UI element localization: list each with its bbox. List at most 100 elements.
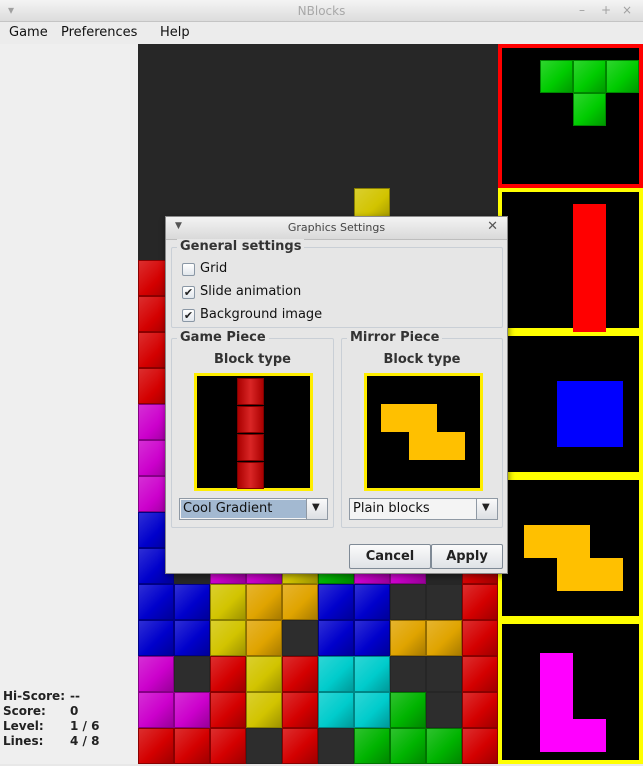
sample-block (409, 404, 437, 432)
apply-button[interactable]: Apply (431, 544, 503, 569)
board-block-cyan (318, 692, 354, 728)
next-piece-preview (498, 332, 643, 476)
maximize-button[interactable]: + (601, 3, 611, 17)
board-block-yellow (210, 620, 246, 656)
game-piece-title: Game Piece (177, 330, 269, 345)
game-block-type-select[interactable]: Cool Gradient ▼ (179, 498, 328, 520)
board-block-dark (318, 728, 354, 764)
mirror-piece-group: Mirror Piece Block type Plain blocks ▼ (341, 330, 503, 528)
menu-game[interactable]: Game (9, 25, 48, 40)
sample-block (237, 406, 264, 433)
board-block-red (210, 656, 246, 692)
preview-block (589, 381, 623, 414)
board-block-orange (246, 620, 282, 656)
stat-lines: Lines: 4 / 8 (3, 734, 133, 749)
board-block-dark (390, 656, 426, 692)
chevron-down-icon: ▼ (312, 502, 320, 513)
board-block-dark (246, 728, 282, 764)
board-block-red (282, 692, 318, 728)
window-title: NBlocks (297, 4, 346, 18)
preview-block (573, 237, 606, 270)
next-piece-preview (498, 620, 643, 764)
slide-animation-checkbox[interactable]: ✔ (182, 286, 195, 299)
next-piece-preview (498, 188, 643, 336)
board-block-dark (390, 584, 426, 620)
board-block-magenta (174, 692, 210, 728)
preview-block (556, 525, 590, 558)
background-image-label[interactable]: Background image (200, 307, 322, 322)
board-block-red (462, 620, 498, 656)
board-block-orange (390, 620, 426, 656)
preview-block (556, 558, 590, 591)
board-block-magenta (138, 656, 174, 692)
game-dropdown-button[interactable]: ▼ (306, 499, 327, 519)
mirror-block-preview[interactable] (364, 373, 483, 491)
stat-label: Score: (3, 704, 46, 718)
preview-block (589, 414, 623, 447)
board-block-green (354, 728, 390, 764)
board-block-cyan (354, 692, 390, 728)
cancel-button[interactable]: Cancel (349, 544, 431, 569)
board-block-cyan (354, 656, 390, 692)
general-settings-title: General settings (177, 239, 305, 254)
game-block-preview[interactable] (194, 373, 313, 491)
graphics-settings-dialog: ▼ Graphics Settings ✕ General settings G… (165, 216, 508, 574)
preview-block (573, 270, 606, 303)
stat-hiscore: Hi-Score: -- (3, 689, 133, 704)
stat-value: 4 / 8 (70, 734, 100, 748)
dialog-titlebar: ▼ Graphics Settings ✕ (166, 217, 507, 240)
board-block-yellow (246, 656, 282, 692)
mirror-dropdown-button[interactable]: ▼ (476, 499, 497, 519)
sample-block (237, 462, 264, 489)
chevron-down-icon: ▼ (482, 502, 490, 513)
board-block-red (210, 728, 246, 764)
stat-label: Level: (3, 719, 44, 733)
sample-block (409, 432, 437, 460)
board-block-orange (426, 620, 462, 656)
slide-animation-label[interactable]: Slide animation (200, 284, 301, 299)
game-block-type-label: Block type (214, 352, 291, 367)
board-block-blue (318, 584, 354, 620)
preview-block (606, 60, 639, 93)
grid-checkbox[interactable] (182, 263, 195, 276)
board-block-cyan (318, 656, 354, 692)
background-image-checkbox[interactable]: ✔ (182, 309, 195, 322)
stat-label: Hi-Score: (3, 689, 65, 703)
board-block-red (462, 692, 498, 728)
mirror-block-type-select[interactable]: Plain blocks ▼ (349, 498, 498, 520)
stat-value: -- (70, 689, 80, 703)
board-block-blue (354, 584, 390, 620)
menu-preferences[interactable]: Preferences (61, 25, 137, 40)
board-block-green (426, 728, 462, 764)
sample-block (237, 434, 264, 461)
board-block-red (462, 656, 498, 692)
stat-value: 0 (70, 704, 79, 718)
stat-value: 1 / 6 (70, 719, 100, 733)
minimize-button[interactable]: – (579, 3, 585, 17)
board-block-blue (354, 620, 390, 656)
preview-block (556, 414, 590, 447)
next-pieces-panel (498, 44, 643, 764)
dialog-title: Graphics Settings (287, 221, 386, 234)
stat-level: Level: 1 / 6 (3, 719, 133, 734)
mirror-block-type-label: Block type (383, 352, 461, 367)
stat-score: Score: 0 (3, 704, 133, 719)
board-block-red (174, 728, 210, 764)
board-block-green (390, 692, 426, 728)
preview-block (573, 60, 606, 93)
mirror-block-type-value: Plain blocks (353, 501, 430, 516)
preview-block (523, 525, 557, 558)
close-button[interactable]: × (622, 3, 632, 17)
board-block-dark (426, 656, 462, 692)
board-block-blue (138, 584, 174, 620)
sample-block (381, 404, 409, 432)
board-block-dark (426, 584, 462, 620)
preview-block (540, 685, 573, 719)
menu-help[interactable]: Help (160, 25, 190, 40)
board-block-blue (318, 620, 354, 656)
dialog-close-icon[interactable]: ✕ (487, 219, 498, 234)
grid-label[interactable]: Grid (200, 261, 227, 276)
board-block-red (282, 728, 318, 764)
board-block-orange (246, 584, 282, 620)
board-block-yellow (210, 584, 246, 620)
